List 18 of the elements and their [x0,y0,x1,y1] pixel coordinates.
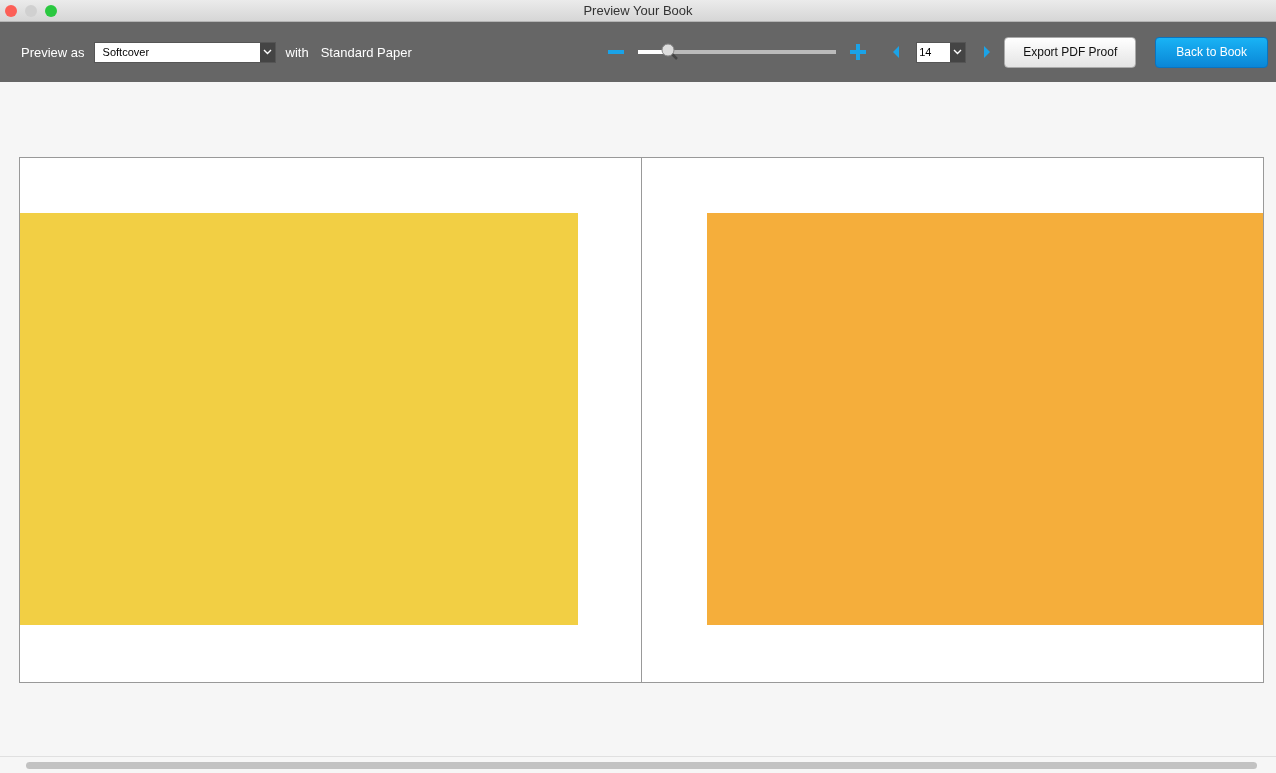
preview-label: Preview as [21,44,85,60]
chevron-down-icon [262,49,272,55]
horizontal-scrollbar[interactable] [26,761,1257,769]
next-page-icon[interactable] [984,46,991,58]
zoom-out-icon[interactable] [608,50,625,54]
with-label: with [285,44,309,60]
previous-page-icon[interactable] [893,46,900,58]
page-number-dropdown[interactable]: 14 [916,41,967,63]
zoom-button[interactable] [45,4,57,17]
export-button[interactable]: Export PDF Proof [1004,36,1137,68]
window-title: Preview Your Book [583,3,693,18]
magnifier-thumb[interactable] [660,43,679,61]
close-button[interactable] [5,4,17,17]
format-dropdown[interactable]: Softcover [93,41,276,63]
minimize-button[interactable] [25,4,37,17]
chevron-down-icon [953,49,963,55]
paper-label: Standard Paper [320,44,412,60]
zoom-in-icon[interactable] [850,44,867,60]
